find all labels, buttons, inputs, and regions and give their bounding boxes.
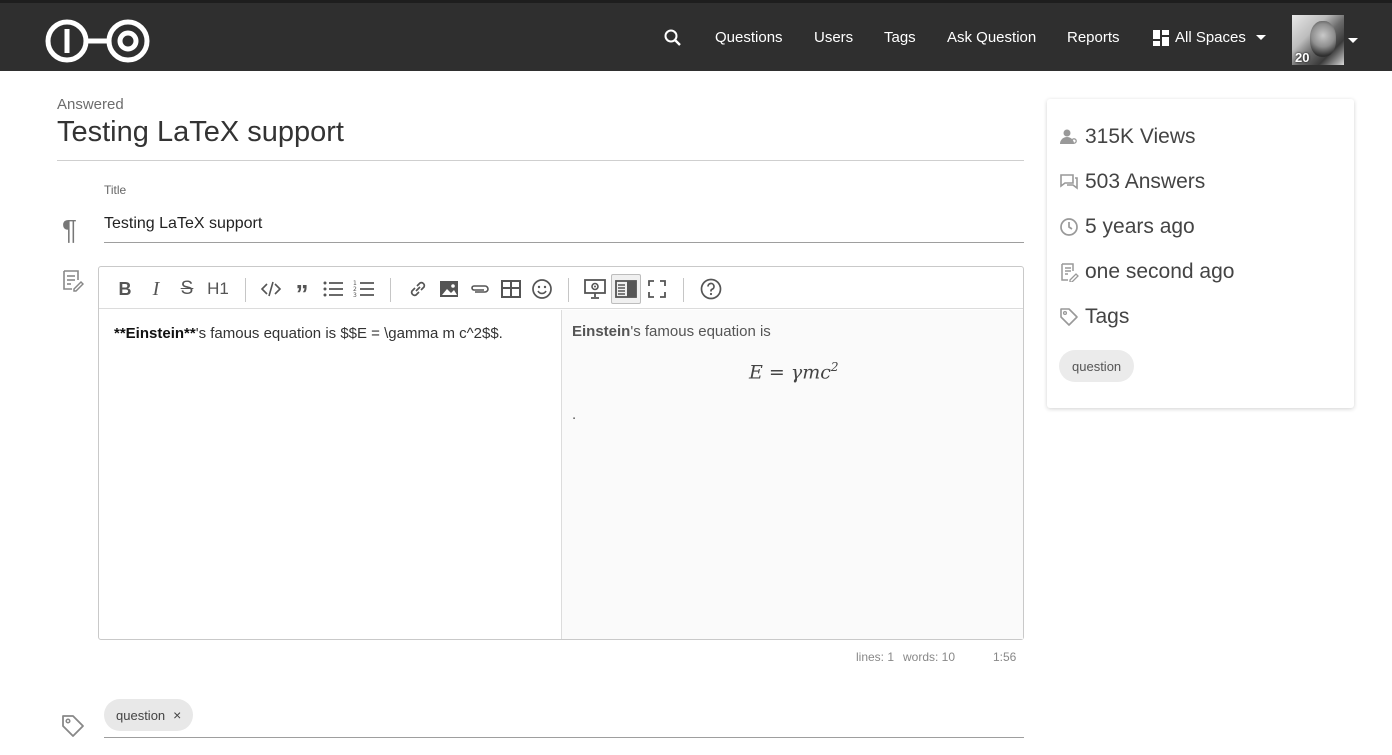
question-stats-card: 315K Views 503 Answers 5 years ago one s… [1047, 99, 1354, 408]
strikethrough-button[interactable]: S [174, 276, 200, 302]
asked-time: 5 years ago [1085, 215, 1195, 238]
toolbar-separator [390, 278, 391, 302]
emoji-icon [532, 279, 552, 299]
top-navbar: Questions Users Tags Ask Question Report… [0, 0, 1392, 71]
tags-input[interactable]: question × [104, 699, 1024, 738]
edited-stat: one second ago [1059, 260, 1234, 284]
preview-button[interactable] [582, 276, 608, 302]
fullscreen-button[interactable] [644, 276, 670, 302]
equation-exponent: 2 [830, 360, 839, 374]
table-icon [501, 280, 521, 298]
preview-text: 's famous equation is [630, 323, 771, 340]
table-button[interactable] [498, 276, 524, 302]
reputation-badge: 20 [1295, 50, 1310, 65]
fullscreen-icon [648, 280, 666, 298]
code-button[interactable] [258, 276, 284, 302]
search-icon[interactable] [663, 28, 683, 48]
numbered-list-button[interactable]: 123 [351, 276, 377, 302]
page-title: Testing LaTeX support [57, 116, 344, 148]
status-lines: lines: 1 [856, 650, 895, 664]
grid-icon [1153, 29, 1169, 46]
side-by-side-icon [615, 280, 637, 298]
bullet-list-button[interactable] [320, 276, 346, 302]
nav-ask-question[interactable]: Ask Question [947, 29, 1036, 46]
preview-icon [584, 279, 606, 299]
views-stat: 315K Views [1059, 125, 1196, 149]
chevron-down-icon [1255, 35, 1266, 40]
tag-icon [62, 715, 84, 737]
nav-users[interactable]: Users [814, 29, 853, 46]
nav-questions[interactable]: Questions [715, 29, 783, 46]
divider [57, 160, 1024, 161]
spaces-label: All Spaces [1175, 29, 1246, 46]
tag-icon [1060, 308, 1078, 326]
numbered-list-icon: 123 [353, 280, 374, 299]
avatar[interactable]: 20 [1292, 15, 1344, 65]
site-logo[interactable] [45, 17, 151, 65]
image-icon [440, 281, 458, 297]
svg-text:3: 3 [353, 292, 357, 299]
sidebar-tag-chip[interactable]: question [1059, 350, 1135, 382]
user-menu-chevron-icon[interactable] [1348, 38, 1358, 43]
nav-tags[interactable]: Tags [884, 29, 916, 46]
source-bold-text: **Einstein** [114, 325, 196, 342]
image-button[interactable] [436, 276, 462, 302]
bold-button[interactable]: B [112, 276, 138, 302]
preview-equation: E = γmc2 [749, 360, 839, 383]
help-icon [700, 278, 722, 300]
source-text: 's famous equation is $$E = \gamma m c^2… [195, 325, 503, 342]
markdown-editor: B I S H1 ” 123 **Einstein**'s famous equ… [98, 266, 1024, 640]
paragraph-icon: ¶ [62, 214, 78, 245]
status-cursor: 1:56 [993, 650, 1017, 664]
title-input[interactable] [104, 206, 1024, 243]
avatar-image [1310, 21, 1336, 57]
toolbar-separator [568, 278, 569, 302]
tags-heading: Tags [1059, 305, 1129, 329]
side-by-side-button[interactable] [611, 274, 641, 304]
views-count: 315K Views [1085, 125, 1196, 148]
markdown-preview: Einstein's famous equation is E = γmc2 . [562, 310, 1023, 639]
attachment-icon [471, 285, 489, 293]
heading-button[interactable]: H1 [205, 276, 231, 302]
quote-button[interactable]: ” [289, 276, 315, 309]
remove-tag-icon[interactable]: × [173, 707, 181, 723]
toolbar-separator [683, 278, 684, 302]
equation-body: E = γmc [749, 361, 831, 384]
nav-reports[interactable]: Reports [1067, 29, 1120, 46]
answers-icon [1060, 174, 1078, 190]
preview-trailing-text: . [572, 406, 577, 423]
italic-button[interactable]: I [143, 276, 169, 302]
edit-note-icon [63, 270, 84, 292]
emoji-button[interactable] [529, 276, 555, 302]
code-icon [260, 281, 282, 297]
status-words: words: 10 [903, 650, 956, 664]
help-button[interactable] [698, 276, 724, 302]
question-status: Answered [57, 96, 124, 113]
preview-bold-text: Einstein [572, 323, 631, 340]
tag-chip-label: question [116, 707, 166, 723]
toolbar-separator [245, 278, 246, 302]
link-button[interactable] [405, 276, 431, 302]
answers-stat: 503 Answers [1059, 170, 1205, 194]
link-icon [410, 281, 426, 297]
spaces-dropdown[interactable]: All Spaces [1153, 29, 1266, 46]
attachment-button[interactable] [467, 276, 493, 302]
bullet-list-icon [323, 281, 343, 297]
editor-toolbar: B I S H1 ” 123 [99, 267, 1023, 309]
edited-time: one second ago [1085, 260, 1235, 283]
answers-count: 503 Answers [1085, 170, 1206, 193]
markdown-source-textarea[interactable]: **Einstein**'s famous equation is $$E = … [99, 310, 562, 639]
asked-stat: 5 years ago [1059, 215, 1195, 239]
tag-chip: question × [104, 699, 194, 731]
edit-note-icon [1061, 263, 1079, 282]
tags-heading-label: Tags [1085, 305, 1130, 328]
views-icon [1060, 129, 1077, 144]
clock-icon [1060, 218, 1078, 236]
title-label: Title [104, 183, 127, 197]
